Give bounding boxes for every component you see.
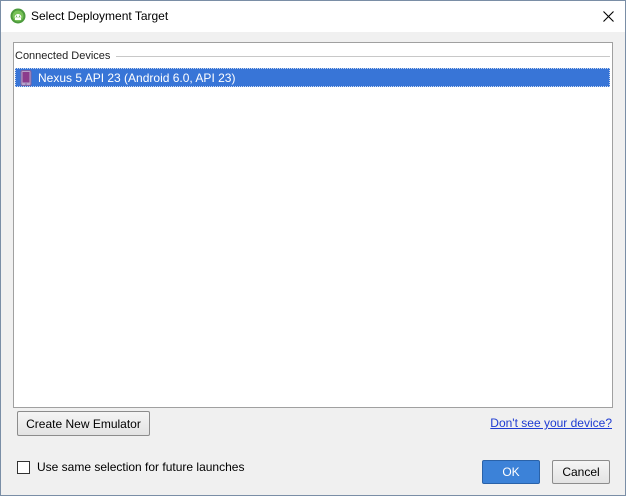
- create-new-emulator-button[interactable]: Create New Emulator: [17, 411, 150, 436]
- remember-selection-checkbox[interactable]: [17, 460, 30, 474]
- deployment-target-dialog: Select Deployment Target Connected Devic…: [0, 0, 626, 496]
- close-button[interactable]: [591, 1, 625, 32]
- device-list[interactable]: Connected Devices Nexus 5 API 23 (Androi…: [13, 42, 613, 408]
- connected-devices-header: Connected Devices: [15, 49, 610, 63]
- phone-icon: [20, 69, 32, 86]
- group-header-divider: [116, 56, 610, 57]
- close-icon: [602, 11, 614, 22]
- remember-selection-label: Use same selection for future launches: [37, 460, 245, 474]
- dialog-title: Select Deployment Target: [31, 9, 169, 23]
- group-header-label: Connected Devices: [15, 50, 111, 62]
- ok-button[interactable]: OK: [482, 460, 540, 484]
- cancel-button[interactable]: Cancel: [552, 460, 610, 484]
- title-bar: Select Deployment Target: [1, 1, 625, 32]
- android-studio-icon: [10, 8, 26, 24]
- device-label: Nexus 5 API 23 (Android 6.0, API 23): [38, 70, 236, 85]
- dont-see-device-link[interactable]: Don't see your device?: [490, 416, 612, 430]
- device-row-nexus-5[interactable]: Nexus 5 API 23 (Android 6.0, API 23): [15, 68, 610, 87]
- remember-selection-option[interactable]: Use same selection for future launches: [17, 460, 244, 474]
